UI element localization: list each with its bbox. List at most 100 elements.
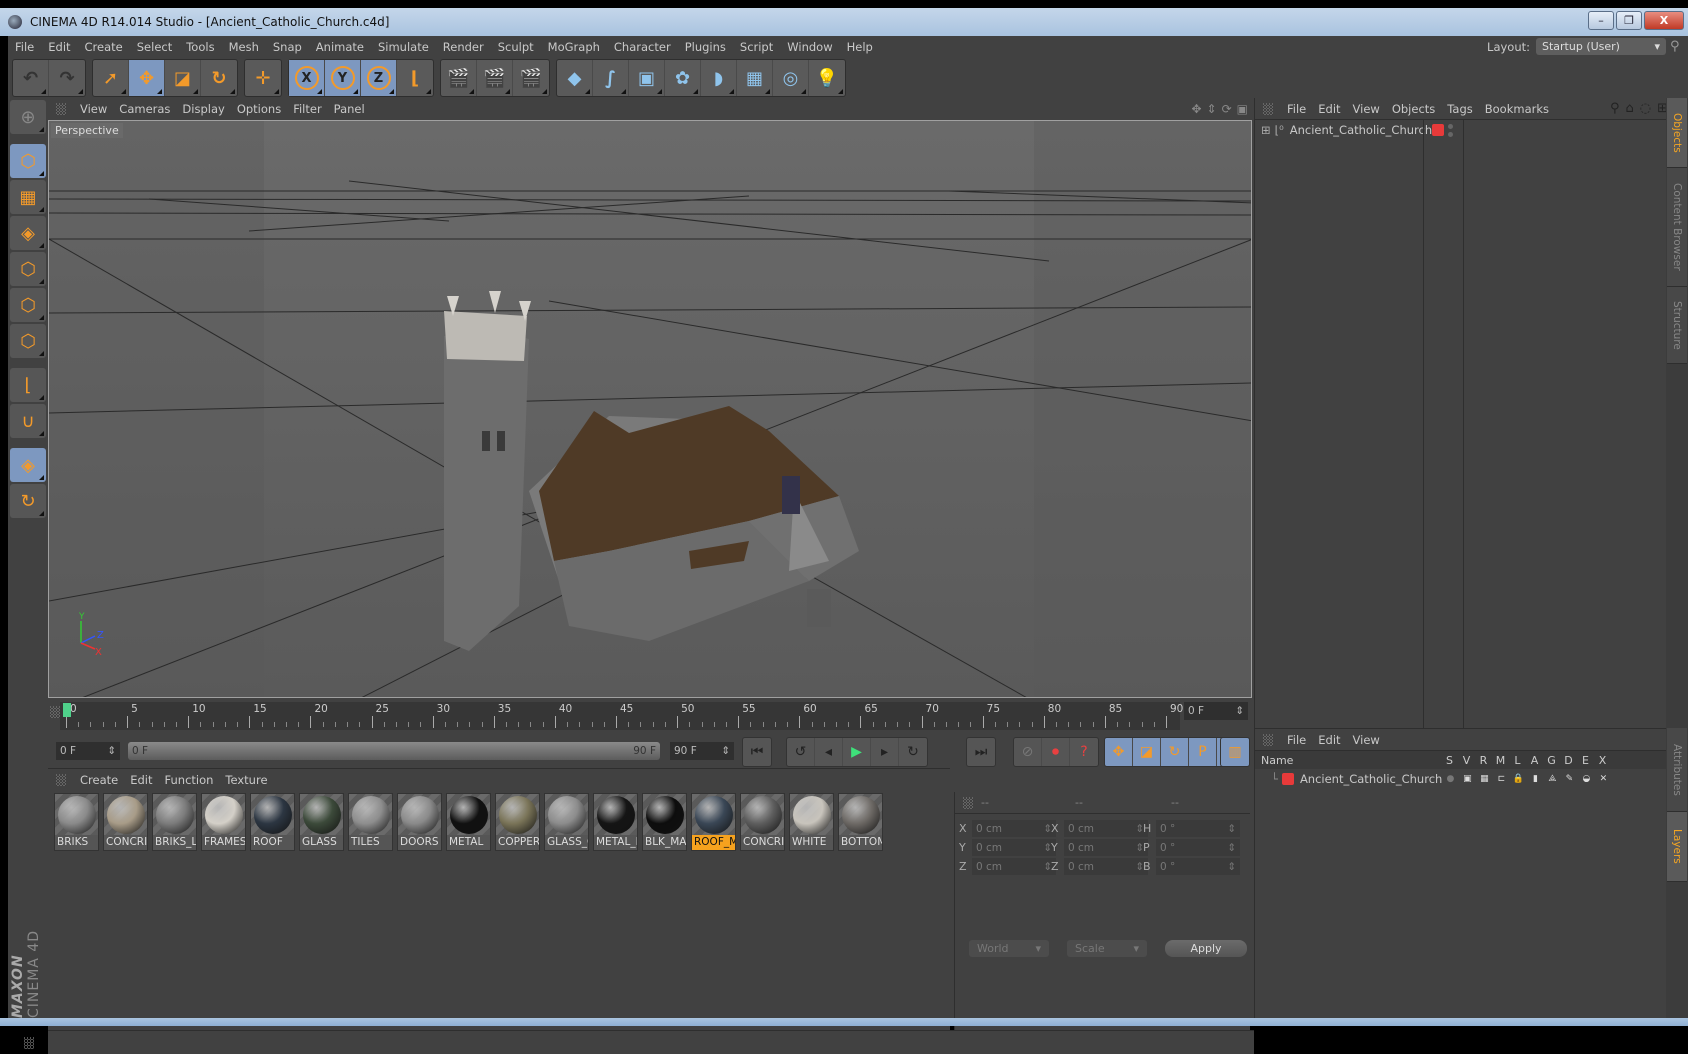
viewport-menu-view[interactable]: View xyxy=(74,102,113,116)
cube-button[interactable]: ◆ xyxy=(557,60,593,96)
animation-icon[interactable]: ▮ xyxy=(1527,774,1544,784)
coordinate-space-dropdown[interactable]: World ▾ xyxy=(969,940,1049,957)
generators-icon[interactable]: ⟁ xyxy=(1544,774,1561,784)
go-to-end-button[interactable]: ⏭ xyxy=(967,738,995,766)
layer-column-a[interactable]: A xyxy=(1526,754,1543,767)
toggle-view-icon[interactable]: ▣ xyxy=(1237,102,1248,116)
make-editable-button[interactable]: ⊕ xyxy=(10,100,46,134)
object-row[interactable]: ⊞ ⌊⁰ Ancient_Catholic_Church xyxy=(1255,120,1674,140)
key-parameter-button[interactable]: P xyxy=(1189,738,1217,766)
layer-column-e[interactable]: E xyxy=(1577,754,1594,767)
status-grip-icon[interactable] xyxy=(24,1037,34,1049)
menu-select[interactable]: Select xyxy=(130,40,179,54)
viewport-menu-display[interactable]: Display xyxy=(176,102,230,116)
object-menu-file[interactable]: File xyxy=(1281,102,1312,116)
layer-menu-file[interactable]: File xyxy=(1281,733,1312,747)
pan-view-icon[interactable]: ✥ xyxy=(1191,102,1201,116)
rotation-h-field[interactable]: 0 ° ⇕ xyxy=(1156,820,1240,837)
menu-simulate[interactable]: Simulate xyxy=(371,40,436,54)
go-to-next-key-button[interactable]: ↻ xyxy=(899,738,927,766)
model-mode-button[interactable]: ⬡ xyxy=(10,144,46,178)
add-button[interactable]: ✛ xyxy=(245,60,281,96)
menu-mograph[interactable]: MoGraph xyxy=(541,40,607,54)
scale-button[interactable]: ◪ xyxy=(165,60,201,96)
edges-mode-button[interactable]: ⬡ xyxy=(10,288,46,322)
panel-grip-icon[interactable] xyxy=(56,103,66,115)
polygons-mode-button[interactable]: ⬡ xyxy=(10,324,46,358)
material-swatch[interactable]: TILES xyxy=(348,793,393,851)
solo-icon[interactable]: ● xyxy=(1442,774,1459,784)
object-name[interactable]: Ancient_Catholic_Church xyxy=(1290,123,1432,137)
spline-button[interactable]: ∫ xyxy=(593,60,629,96)
material-swatch[interactable]: BRIKS_LI xyxy=(152,793,197,851)
y-axis-button[interactable]: Y xyxy=(325,60,361,96)
tab-layers[interactable]: Layers xyxy=(1667,812,1687,882)
coordinate-mode-dropdown[interactable]: Scale ▾ xyxy=(1067,940,1147,957)
layer-column-d[interactable]: D xyxy=(1560,754,1577,767)
stepper-icon[interactable]: ⇕ xyxy=(1235,705,1244,717)
subdivision-button[interactable]: ▣ xyxy=(629,60,665,96)
layer-column-v[interactable]: V xyxy=(1458,754,1475,767)
menu-tools[interactable]: Tools xyxy=(179,40,221,54)
size-y-field[interactable]: 0 cm ⇕ xyxy=(1064,839,1148,856)
points-mode-button[interactable]: ⬡ xyxy=(10,252,46,286)
material-swatch[interactable]: CONCRI xyxy=(103,793,148,851)
key-help-button[interactable]: ? xyxy=(1070,738,1098,766)
deformer-button[interactable]: ◗ xyxy=(701,60,737,96)
material-swatch[interactable]: GLASS xyxy=(299,793,344,851)
position-z-field[interactable]: 0 cm ⇕ xyxy=(972,858,1056,875)
size-z-field[interactable]: 0 cm ⇕ xyxy=(1064,858,1148,875)
lock-icon[interactable]: 🔒 xyxy=(1510,774,1527,784)
panel-grip-icon[interactable] xyxy=(1263,102,1273,115)
start-frame-field[interactable]: 0 F ⇕ xyxy=(56,742,120,760)
object-menu-bookmarks[interactable]: Bookmarks xyxy=(1479,102,1555,116)
record-disabled-button[interactable]: ⊘ xyxy=(1014,738,1042,766)
menu-help[interactable]: Help xyxy=(840,40,880,54)
planar-workplane-button[interactable]: ↻ xyxy=(10,484,46,518)
stepper-icon[interactable]: ⇕ xyxy=(721,745,730,757)
position-y-field[interactable]: 0 cm ⇕ xyxy=(972,839,1056,856)
material-swatch[interactable]: ROOF_M xyxy=(691,793,736,851)
material-swatch[interactable]: BRIKS xyxy=(54,793,99,851)
tab-structure[interactable]: Structure xyxy=(1667,287,1687,364)
material-swatch[interactable]: FRAMES xyxy=(201,793,246,851)
key-rotation-button[interactable]: ↻ xyxy=(1161,738,1189,766)
stepper-icon[interactable]: ⇕ xyxy=(1227,842,1236,854)
material-swatch[interactable]: DOORS xyxy=(397,793,442,851)
deformers-icon[interactable]: ✎ xyxy=(1561,774,1578,784)
snap-button[interactable]: ∪ xyxy=(10,404,46,438)
orbit-view-icon[interactable]: ⟳ xyxy=(1222,102,1232,116)
layer-menu-edit[interactable]: Edit xyxy=(1312,733,1346,747)
material-swatch[interactable]: METAL_I xyxy=(593,793,638,851)
layer-column-name[interactable]: Name xyxy=(1261,754,1441,767)
workplane-mode-button[interactable]: ◈ xyxy=(10,216,46,250)
move-button[interactable]: ✥ xyxy=(129,60,165,96)
menu-create[interactable]: Create xyxy=(78,40,130,54)
go-to-previous-key-button[interactable]: ↺ xyxy=(787,738,815,766)
material-swatch[interactable]: WHITE xyxy=(789,793,834,851)
end-frame-field[interactable]: 90 F ⇕ xyxy=(670,742,734,760)
material-swatch[interactable]: COPPER xyxy=(495,793,540,851)
stepper-icon[interactable]: ⇕ xyxy=(1227,861,1236,873)
search-icon[interactable]: ⚲ xyxy=(1610,101,1620,116)
restore-button[interactable]: ❐ xyxy=(1616,11,1642,30)
redo-button[interactable]: ↷ xyxy=(49,60,85,96)
viewport-menu-panel[interactable]: Panel xyxy=(328,102,371,116)
layer-column-m[interactable]: M xyxy=(1492,754,1509,767)
material-menu-texture[interactable]: Texture xyxy=(219,773,273,787)
manager-icon[interactable]: ⊏ xyxy=(1493,774,1510,784)
undo-button[interactable]: ↶ xyxy=(13,60,49,96)
menu-sculpt[interactable]: Sculpt xyxy=(491,40,541,54)
menu-snap[interactable]: Snap xyxy=(266,40,309,54)
timeline-ruler[interactable]: 0 5 10 15 20 25 30 35 40 45 50 55 60 65 70 75 80 85 90 xyxy=(60,702,1183,730)
size-x-field[interactable]: 0 cm ⇕ xyxy=(1064,820,1148,837)
timeline-playhead[interactable] xyxy=(63,703,71,717)
panel-grip-icon[interactable] xyxy=(963,796,973,809)
menu-edit[interactable]: Edit xyxy=(41,40,77,54)
material-swatch[interactable]: ROOF xyxy=(250,793,295,851)
key-scale-button[interactable]: ◪ xyxy=(1133,738,1161,766)
material-swatch[interactable]: METAL xyxy=(446,793,491,851)
menu-animate[interactable]: Animate xyxy=(309,40,371,54)
material-menu-function[interactable]: Function xyxy=(159,773,220,787)
menu-file[interactable]: File xyxy=(8,40,41,54)
